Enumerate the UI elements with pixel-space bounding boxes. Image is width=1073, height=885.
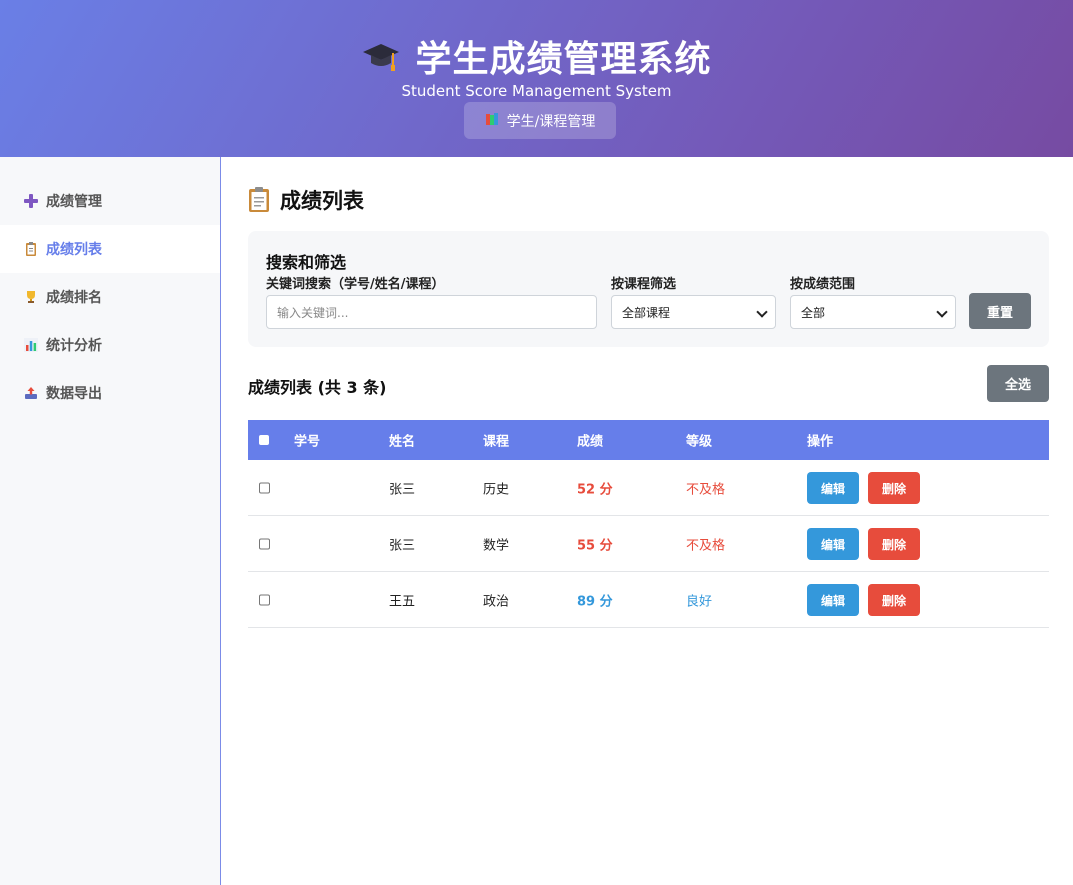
cell-course: 政治 bbox=[483, 594, 510, 609]
delete-button[interactable]: 删除 bbox=[868, 472, 920, 504]
keyword-label: 关键词搜索（学号/姓名/课程） bbox=[266, 277, 445, 292]
cell-score: 52 分 bbox=[577, 482, 613, 497]
column-header-grade: 等级 bbox=[686, 434, 713, 450]
column-header-name: 姓名 bbox=[389, 434, 416, 450]
books-icon bbox=[485, 112, 499, 130]
column-header-score: 成绩 bbox=[577, 434, 604, 450]
cell-name: 张三 bbox=[389, 482, 416, 497]
cell-score: 89 分 bbox=[577, 594, 613, 609]
score-table: 学号 姓名 课程 成绩 等级 操作 张三 历史 52 分 不及格 编辑 删除 张… bbox=[248, 420, 1049, 628]
app-header: 学生成绩管理系统 Student Score Management System… bbox=[0, 0, 1073, 157]
cell-grade: 不及格 bbox=[686, 538, 726, 553]
sidebar-item-label: 成绩管理 bbox=[46, 194, 102, 210]
app-subtitle: Student Score Management System bbox=[401, 82, 672, 100]
filter-title: 搜索和筛选 bbox=[266, 253, 347, 272]
bar-chart-icon bbox=[24, 338, 38, 352]
chevron-down-icon bbox=[756, 306, 768, 318]
course-filter-select[interactable]: 全部课程 bbox=[611, 295, 776, 329]
cell-course: 历史 bbox=[483, 482, 510, 497]
sidebar-item-label: 成绩排名 bbox=[46, 290, 102, 306]
score-range-select[interactable]: 全部 bbox=[790, 295, 956, 329]
sidebar-item-statistics[interactable]: 统计分析 bbox=[0, 321, 220, 369]
score-range-label: 按成绩范围 bbox=[790, 277, 856, 292]
chevron-down-icon bbox=[936, 306, 948, 318]
edit-button[interactable]: 编辑 bbox=[807, 472, 859, 504]
export-tray-icon bbox=[24, 386, 38, 400]
column-header-course: 课程 bbox=[483, 434, 510, 450]
keyword-placeholder: 输入关键词... bbox=[277, 305, 349, 320]
table-header: 学号 姓名 课程 成绩 等级 操作 bbox=[248, 420, 1049, 460]
select-all-button[interactable]: 全选 bbox=[987, 365, 1049, 402]
cell-grade: 良好 bbox=[686, 594, 713, 609]
sidebar: 成绩管理 成绩列表 成绩排名 统计分析 数据导出 bbox=[0, 157, 221, 885]
sidebar-item-label: 成绩列表 bbox=[46, 242, 102, 258]
delete-button[interactable]: 删除 bbox=[868, 528, 920, 560]
sidebar-item-score-ranking[interactable]: 成绩排名 bbox=[0, 273, 220, 321]
sidebar-item-label: 统计分析 bbox=[46, 338, 102, 354]
page-title-text: 成绩列表 bbox=[280, 189, 364, 213]
cell-score: 55 分 bbox=[577, 538, 613, 553]
cell-course: 数学 bbox=[483, 538, 510, 553]
cell-name: 王五 bbox=[389, 594, 416, 609]
trophy-icon bbox=[24, 290, 38, 304]
table-row: 张三 数学 55 分 不及格 编辑 删除 bbox=[248, 516, 1049, 572]
score-range-value: 全部 bbox=[801, 305, 826, 320]
table-row: 张三 历史 52 分 不及格 编辑 删除 bbox=[248, 460, 1049, 516]
row-checkbox[interactable] bbox=[259, 482, 270, 493]
column-header-id: 学号 bbox=[294, 434, 321, 450]
page-title: 成绩列表 bbox=[248, 185, 364, 215]
clipboard-icon bbox=[24, 242, 38, 256]
edit-button[interactable]: 编辑 bbox=[807, 584, 859, 616]
clipboard-icon bbox=[248, 187, 270, 213]
sidebar-item-score-list[interactable]: 成绩列表 bbox=[0, 225, 220, 273]
course-filter-label: 按课程筛选 bbox=[611, 277, 677, 292]
table-row: 王五 政治 89 分 良好 编辑 删除 bbox=[248, 572, 1049, 628]
reset-button[interactable]: 重置 bbox=[969, 293, 1031, 329]
sidebar-item-score-manage[interactable]: 成绩管理 bbox=[0, 177, 220, 225]
search-filter-panel: 搜索和筛选 关键词搜索（学号/姓名/课程） 输入关键词... 按课程筛选 全部课… bbox=[248, 231, 1049, 347]
student-course-manage-button[interactable]: 学生/课程管理 bbox=[464, 102, 616, 139]
sidebar-item-label: 数据导出 bbox=[46, 386, 102, 402]
select-all-checkbox[interactable] bbox=[259, 435, 269, 445]
keyword-search-input[interactable]: 输入关键词... bbox=[266, 295, 597, 329]
edit-button[interactable]: 编辑 bbox=[807, 528, 859, 560]
row-checkbox[interactable] bbox=[259, 538, 270, 549]
plus-icon bbox=[24, 194, 38, 208]
cell-grade: 不及格 bbox=[686, 482, 726, 497]
delete-button[interactable]: 删除 bbox=[868, 584, 920, 616]
list-heading: 成绩列表 (共 3 条) bbox=[248, 378, 387, 397]
course-filter-value: 全部课程 bbox=[622, 305, 671, 320]
nav-button-label: 学生/课程管理 bbox=[506, 113, 596, 130]
sidebar-item-data-export[interactable]: 数据导出 bbox=[0, 369, 220, 417]
cell-name: 张三 bbox=[389, 538, 416, 553]
graduation-cap-icon bbox=[361, 36, 401, 76]
row-checkbox[interactable] bbox=[259, 594, 270, 605]
app-title: 学生成绩管理系统 bbox=[415, 39, 712, 80]
column-header-actions: 操作 bbox=[807, 434, 834, 450]
